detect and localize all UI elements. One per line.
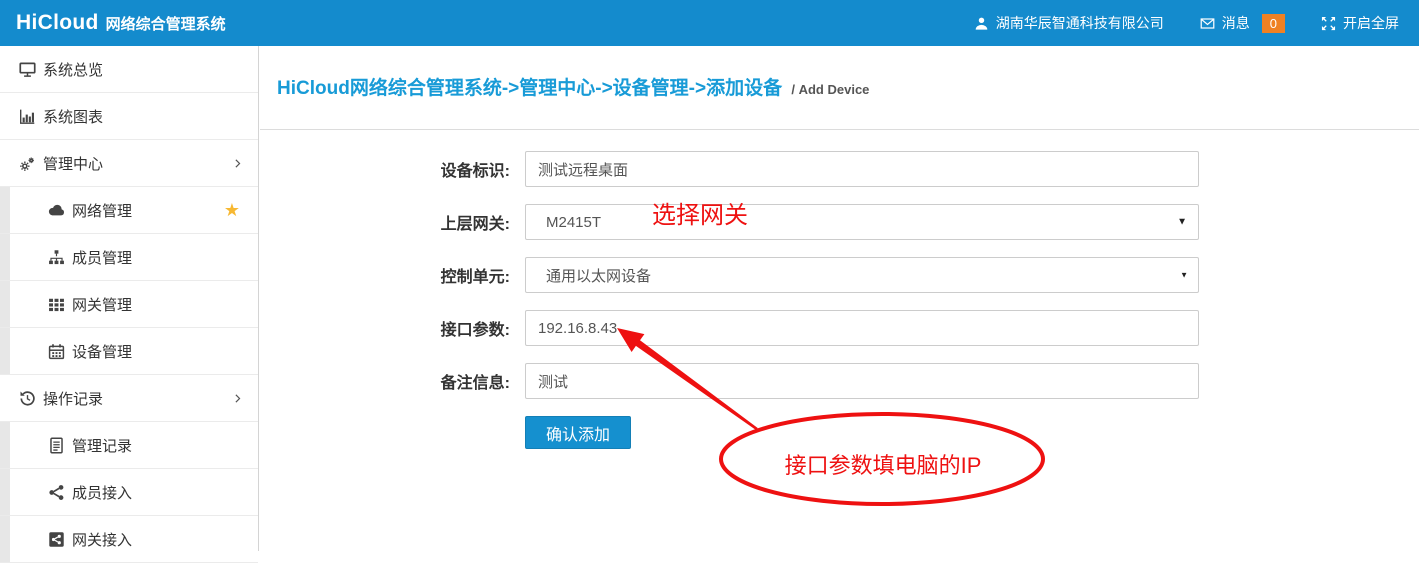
sidebar-item-label: 管理中心 — [43, 153, 103, 174]
content-divider — [260, 129, 1419, 130]
upper-gateway-select[interactable]: M2415T ▼ — [525, 204, 1199, 240]
desktop-icon — [19, 61, 36, 78]
share-icon — [48, 484, 65, 501]
sidebar-item-gateway-access[interactable]: 网关接入 — [0, 516, 258, 563]
upper-gateway-label: 上层网关: — [403, 210, 510, 234]
brand-name: HiCloud — [16, 11, 99, 35]
breadcrumb-path: HiCloud网络综合管理系统->管理中心->设备管理->添加设备 — [277, 78, 782, 99]
messages-label: 消息 — [1222, 13, 1250, 33]
fullscreen-toggle[interactable]: 开启全屏 — [1321, 13, 1399, 33]
sidebar-item-device-management[interactable]: 设备管理 — [0, 328, 258, 375]
breadcrumb: HiCloud网络综合管理系统->管理中心->设备管理->添加设备 / Add … — [260, 46, 1419, 100]
sidebar-item-network-management[interactable]: 网络管理 ★ — [0, 187, 258, 234]
topbar-actions: 湖南华辰智通科技有限公司 消息 0 开启全屏 — [974, 13, 1399, 33]
star-icon[interactable]: ★ — [224, 201, 240, 219]
file-text-icon — [48, 437, 65, 454]
messages-count-badge: 0 — [1262, 14, 1285, 33]
cloud-icon — [48, 202, 65, 219]
add-device-form: 设备标识: 上层网关: M2415T ▼ 控制单元: 通用以太网设备 ▼ — [403, 151, 1419, 449]
sitemap-icon — [48, 249, 65, 266]
brand-subtitle: 网络综合管理系统 — [106, 13, 226, 34]
sidebar-item-label: 设备管理 — [72, 341, 132, 362]
form-row-device-id: 设备标识: — [403, 151, 1419, 187]
annotation-select-gateway: 选择网关 — [652, 195, 748, 230]
caret-down-icon: ▼ — [1177, 217, 1187, 228]
share-square-icon — [48, 531, 65, 548]
messages-menu[interactable]: 消息 0 — [1200, 13, 1285, 33]
sidebar-item-label: 网关接入 — [72, 529, 132, 550]
form-row-remarks: 备注信息: — [403, 363, 1419, 399]
sidebar-item-label: 操作记录 — [43, 388, 103, 409]
upper-gateway-value: M2415T — [546, 214, 601, 231]
sidebar-item-member-access[interactable]: 成员接入 — [0, 469, 258, 516]
history-icon — [19, 390, 36, 407]
gears-icon — [19, 155, 36, 172]
control-unit-label: 控制单元: — [403, 263, 510, 287]
calendar-icon — [48, 343, 65, 360]
confirm-add-button[interactable]: 确认添加 — [525, 416, 631, 449]
sidebar-item-operation-records[interactable]: 操作记录 — [0, 375, 258, 422]
sidebar-item-label: 网络管理 — [72, 200, 132, 221]
form-row-upper-gateway: 上层网关: M2415T ▼ — [403, 204, 1419, 240]
interface-params-label: 接口参数: — [403, 316, 510, 340]
fullscreen-label: 开启全屏 — [1343, 13, 1399, 33]
form-row-interface-params: 接口参数: — [403, 310, 1419, 346]
remarks-label: 备注信息: — [403, 369, 510, 393]
form-row-control-unit: 控制单元: 通用以太网设备 ▼ — [403, 257, 1419, 293]
breadcrumb-suffix: / Add Device — [791, 82, 869, 97]
top-navbar: HiCloud 网络综合管理系统 湖南华辰智通科技有限公司 消息 0 开启全屏 — [0, 0, 1419, 46]
envelope-icon — [1200, 16, 1215, 31]
caret-down-icon: ▼ — [1180, 271, 1188, 280]
grid-icon — [48, 296, 65, 313]
bar-chart-icon — [19, 108, 36, 125]
chevron-right-icon — [231, 392, 244, 405]
sidebar-item-member-management[interactable]: 成员管理 — [0, 234, 258, 281]
control-unit-select[interactable]: 通用以太网设备 ▼ — [525, 257, 1199, 293]
sidebar-item-label: 系统图表 — [43, 106, 103, 127]
expand-icon — [1321, 16, 1336, 31]
device-id-label: 设备标识: — [403, 157, 510, 181]
control-unit-value: 通用以太网设备 — [546, 265, 651, 286]
sidebar-item-management-records[interactable]: 管理记录 — [0, 422, 258, 469]
sidebar-item-gateway-management[interactable]: 网关管理 — [0, 281, 258, 328]
sidebar-item-label: 系统总览 — [43, 59, 103, 80]
user-icon — [974, 16, 989, 31]
sidebar-item-system-charts[interactable]: 系统图表 — [0, 93, 258, 140]
sidebar-nav: 系统总览 系统图表 管理中心 网络管理 ★ 成员管理 网关管理 — [0, 46, 259, 551]
remarks-input[interactable] — [525, 363, 1199, 399]
sidebar-item-label: 成员接入 — [72, 482, 132, 503]
sidebar-item-system-overview[interactable]: 系统总览 — [0, 46, 258, 93]
sidebar-item-label: 管理记录 — [72, 435, 132, 456]
sidebar-item-label: 网关管理 — [72, 294, 132, 315]
company-name: 湖南华辰智通科技有限公司 — [996, 13, 1164, 33]
device-id-input[interactable] — [525, 151, 1199, 187]
sidebar-item-management-center[interactable]: 管理中心 — [0, 140, 258, 187]
interface-params-input[interactable] — [525, 310, 1199, 346]
chevron-right-icon — [231, 157, 244, 170]
annotation-ellipse-text: 接口参数填电脑的IP — [722, 448, 1044, 480]
app-brand[interactable]: HiCloud 网络综合管理系统 — [16, 11, 226, 35]
user-menu[interactable]: 湖南华辰智通科技有限公司 — [974, 13, 1164, 33]
sidebar-item-label: 成员管理 — [72, 247, 132, 268]
